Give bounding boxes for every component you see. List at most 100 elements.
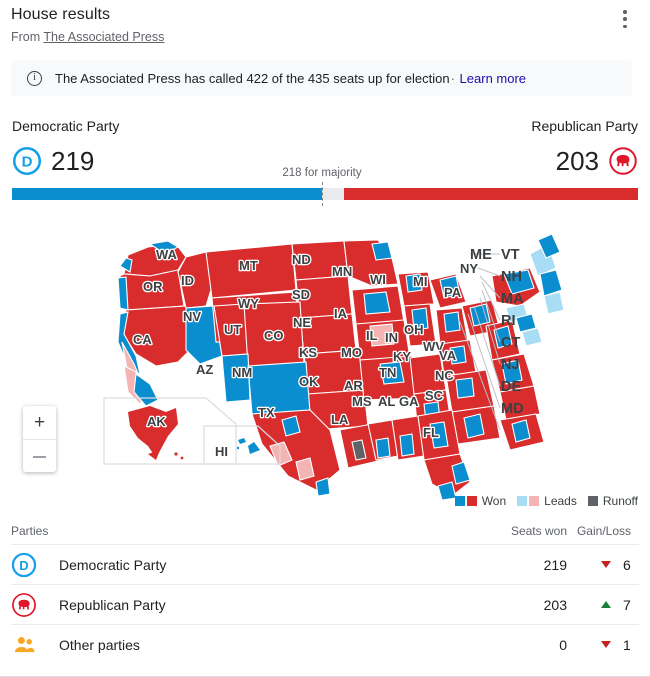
svg-text:NC: NC [435,368,454,383]
svg-text:WI: WI [370,272,386,287]
zoom-out-button[interactable] [23,440,56,472]
other-parties-icon [11,632,39,658]
republican-party-name: Republican Party [531,118,638,134]
democratic-party-logo: D [11,552,39,578]
republican-party-logo [11,592,39,618]
banner-message: The Associated Press has called 422 of t… [55,70,450,86]
svg-text:LA: LA [331,412,349,427]
source-prefix: From [11,30,41,44]
svg-text:CO: CO [264,328,284,343]
table-header: Parties Seats won Gain/Loss [11,518,639,544]
table-row[interactable]: Republican Party 203 7 [11,584,639,624]
svg-text:KS: KS [299,345,317,360]
more-vert-icon[interactable] [616,8,634,30]
seats-won-value: 0 [559,636,567,653]
svg-text:TN: TN [379,365,396,380]
svg-text:IL: IL [366,328,378,343]
legend-swatch-runoff [587,496,598,506]
svg-text:AZ: AZ [196,362,213,377]
party-cell: Republican Party [11,592,455,618]
banner-text: The Associated Press has called 422 of t… [55,71,526,86]
svg-text:MS: MS [352,394,372,409]
arrow-up-icon [601,601,611,608]
gain-loss-cell: 1 [567,637,639,653]
svg-text:CT: CT [501,335,520,351]
svg-text:ID: ID [181,273,194,288]
svg-text:AL: AL [378,394,395,409]
svg-text:DE: DE [501,379,521,395]
learn-more-link[interactable]: Learn more [460,71,526,86]
legend-item-runoff: Runoff [587,494,638,508]
map-zoom-controls[interactable]: + [23,406,56,472]
info-banner: i The Associated Press has called 422 of… [11,60,632,96]
gain-loss-cell: 6 [567,557,639,573]
legend-label-leads: Leads [544,494,577,508]
svg-text:D: D [22,154,33,171]
legend-label-runoff: Runoff [602,494,638,508]
svg-text:SD: SD [292,287,310,302]
party-cell: Other parties [11,632,455,658]
party-cell: D Democratic Party [11,552,455,578]
arrow-down-icon [601,561,611,568]
svg-text:TX: TX [258,405,275,420]
gain-loss-value: 7 [623,596,631,613]
map-legend: Won Leads Runoff [454,494,638,508]
svg-text:NE: NE [293,315,311,330]
arrow-down-icon [601,641,611,648]
svg-text:MI: MI [413,274,427,289]
svg-text:IN: IN [385,330,398,345]
party-name: Democratic Party [59,556,167,573]
svg-text:OK: OK [299,374,319,389]
us-results-map[interactable]: WA OR ID MT ND MN WI MI NY SD WY NE IA N… [0,214,650,510]
parties-table: Parties Seats won Gain/Loss D Democratic… [11,518,639,664]
republican-seat-count: 203 [555,146,599,176]
page-title: House results [11,6,111,23]
majority-tick [322,182,323,206]
bar-gap [322,188,344,200]
democratic-party-name: Democratic Party [12,118,120,134]
svg-text:ME: ME [470,247,492,263]
svg-text:NY: NY [460,261,478,276]
svg-text:OR: OR [143,279,163,294]
republican-bar-segment [344,188,638,200]
svg-text:ND: ND [292,252,311,267]
majority-label: 218 for majority [282,167,362,179]
table-row[interactable]: Other parties 0 1 [11,624,639,664]
legend-item-leads: Leads [517,494,577,508]
dot [623,24,627,28]
svg-text:D: D [19,557,28,572]
svg-text:NH: NH [501,269,522,285]
svg-text:NV: NV [183,309,201,324]
info-icon: i [27,70,42,86]
legend-label-won: Won [481,494,507,508]
seats-won-value: 219 [543,556,567,573]
svg-text:WY: WY [238,296,259,311]
dot [623,17,627,21]
republican-party-logo [609,147,637,175]
republican-summary: 203 [556,146,638,176]
column-seats-won: Seats won [510,524,567,538]
zoom-in-button[interactable]: + [23,406,56,439]
legend-swatch-leads [517,496,540,506]
column-gain-loss: Gain/Loss [576,524,631,538]
house-results-card: House results From The Associated Press … [0,0,650,677]
source-link[interactable]: The Associated Press [43,30,164,44]
svg-text:VA: VA [439,348,457,363]
gain-loss-cell: 7 [567,597,639,613]
svg-text:MN: MN [332,264,352,279]
svg-text:HI: HI [215,444,228,459]
democratic-party-logo: D [12,146,42,176]
svg-text:MT: MT [239,258,258,273]
table-row[interactable]: D Democratic Party 219 6 [11,544,639,584]
svg-text:MA: MA [501,291,524,307]
party-name: Other parties [59,636,140,653]
column-parties: Parties [11,524,49,538]
svg-text:UT: UT [224,322,241,337]
svg-text:OH: OH [404,322,424,337]
legend-item-won: Won [454,494,507,508]
svg-text:GA: GA [399,394,419,409]
seat-progress-bar [12,188,638,200]
svg-text:AR: AR [344,378,363,393]
svg-text:MO: MO [341,345,362,360]
banner-separator: · [450,70,455,86]
